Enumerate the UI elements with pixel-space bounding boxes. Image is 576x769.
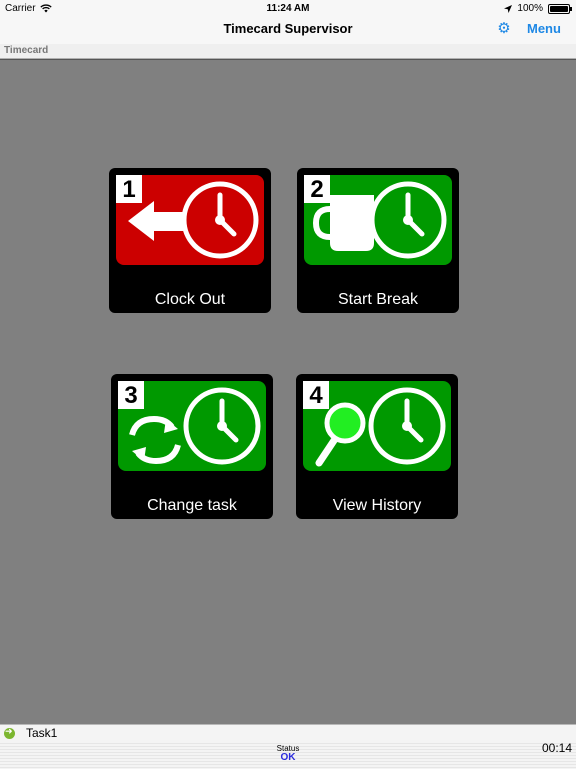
section-title: Timecard [4, 45, 49, 56]
arrow-left-clock-icon: 1 [116, 175, 264, 265]
status-right: 100% [504, 3, 572, 14]
divider [0, 59, 576, 60]
view-history-button[interactable]: 4 View History [296, 374, 458, 519]
tile-label: Clock Out [154, 291, 226, 308]
clock-time: 11:24 AM [266, 3, 310, 14]
tile-label: Change task [147, 497, 237, 514]
start-break-button[interactable]: 2 Start Break [297, 168, 459, 313]
tile-number: 4 [309, 382, 323, 409]
page-title: Timecard Supervisor [223, 21, 353, 36]
clock-out-button[interactable]: 1 Clock Out [109, 168, 271, 313]
elapsed-time: 00:14 [541, 741, 572, 755]
location-arrow-icon [504, 4, 513, 13]
cup-clock-icon: 2 [304, 175, 452, 265]
section-header: Timecard [0, 44, 576, 59]
tile-number: 1 [122, 176, 135, 203]
tile-label: View History [332, 497, 422, 514]
tile-label: Start Break [337, 291, 419, 308]
change-task-button[interactable]: 3 Change task [111, 374, 273, 519]
tile-number: 3 [124, 382, 137, 409]
cycle-clock-icon: 3 [118, 381, 266, 471]
status-indicator: Status OK [0, 744, 576, 763]
gear-icon[interactable]: ⚙ [496, 21, 512, 37]
battery-percent: 100% [517, 3, 543, 14]
current-task-label: Task1 [26, 726, 58, 740]
menu-button[interactable]: Menu [527, 21, 561, 36]
current-task-row[interactable]: Task1 [0, 725, 576, 741]
battery-icon [548, 3, 572, 14]
tile-number: 2 [310, 176, 323, 203]
navigation-bar: Timecard Supervisor ⚙ Menu [0, 16, 576, 45]
task-arrow-icon [4, 726, 15, 739]
magnifier-clock-icon: 4 [303, 381, 451, 471]
status-value: OK [280, 752, 296, 763]
ios-status-bar: Carrier 11:24 AM 100% [0, 0, 576, 16]
bottom-status-bar: Task1 Status OK 00:14 [0, 724, 576, 769]
